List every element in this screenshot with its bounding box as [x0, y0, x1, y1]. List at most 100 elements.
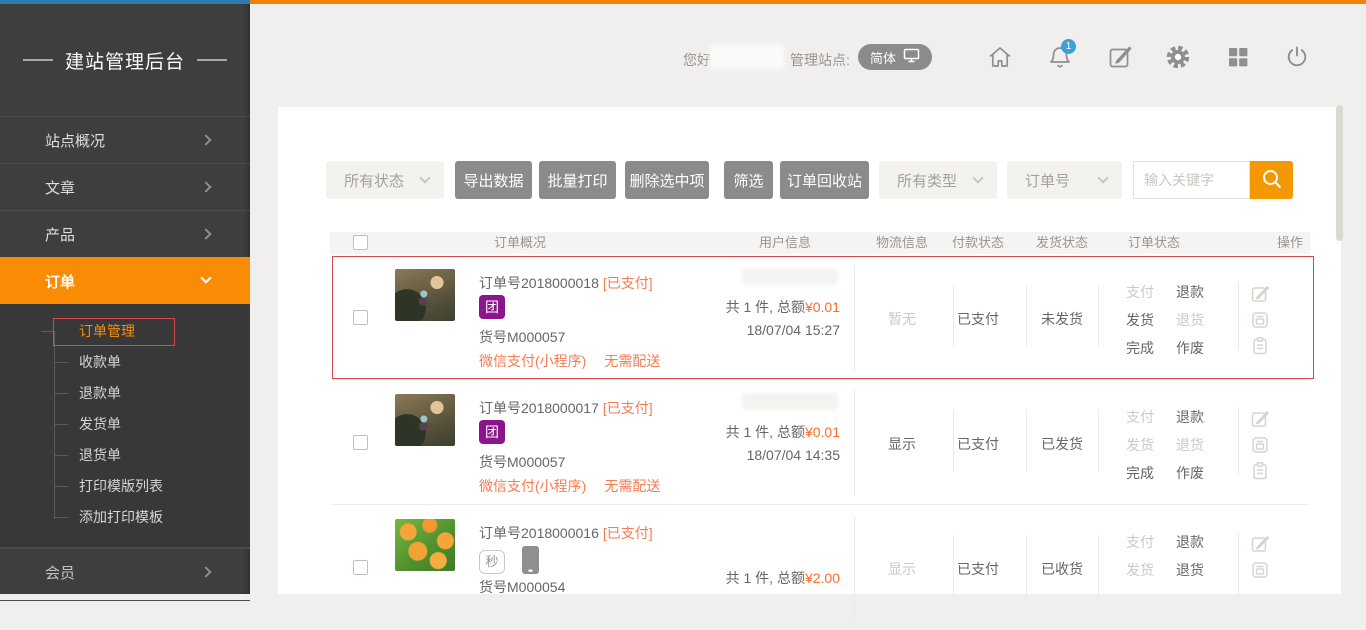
flash-sale-badge: 秒	[479, 550, 505, 574]
column-divider	[1238, 282, 1239, 350]
table-header: 订单概况 用户信息 物流信息 付款状态 发货状态 订单状态 操作	[330, 232, 1310, 254]
payment-status: 已支付	[938, 309, 1018, 329]
edit-icon[interactable]	[1250, 284, 1270, 304]
chevron-down-icon	[200, 272, 211, 283]
action-ship[interactable]: 发货	[1126, 431, 1176, 459]
action-pay[interactable]: 支付	[1126, 403, 1176, 431]
power-icon[interactable]	[1284, 44, 1310, 70]
action-return[interactable]: 退货	[1176, 556, 1220, 584]
status-filter-dropdown[interactable]: 所有状态	[326, 161, 444, 199]
paid-tag: [已支付]	[603, 400, 653, 416]
col-header-payment-status: 付款状态	[952, 232, 1004, 254]
print-icon[interactable]	[1250, 310, 1270, 330]
sidebar-item-site-overview[interactable]: 站点概况	[0, 116, 250, 163]
action-return[interactable]: 退货	[1176, 306, 1220, 334]
row-checkbox[interactable]	[353, 435, 368, 450]
submenu-item-label: 添加打印模板	[79, 509, 163, 525]
paid-tag: [已支付]	[603, 275, 653, 291]
compose-icon[interactable]	[1107, 44, 1133, 70]
print-icon[interactable]	[1250, 560, 1270, 580]
delete-selected-button[interactable]: 删除选中项	[625, 161, 709, 199]
item-number: 货号M000054	[479, 577, 565, 597]
shipping-status: 已收货	[1022, 559, 1102, 579]
submenu-item-refund-orders[interactable]: 退款单	[0, 378, 250, 409]
sidebar-item-label: 产品	[45, 224, 75, 245]
order-total: 共 1 件, 总额¥0.01	[726, 422, 840, 442]
gear-icon[interactable]	[1165, 44, 1191, 70]
scrollbar-thumb[interactable]	[1336, 105, 1343, 241]
submenu-item-return-orders[interactable]: 退货单	[0, 440, 250, 471]
total-prefix: 共 1 件, 总额	[726, 570, 805, 586]
action-pay[interactable]: 支付	[1126, 278, 1176, 306]
order-number: 订单号2018000018	[479, 275, 599, 291]
redacted-buyer-name	[742, 393, 838, 410]
column-divider	[854, 515, 855, 621]
select-all-checkbox[interactable]	[353, 235, 368, 250]
submenu-item-receipts[interactable]: 收款单	[0, 347, 250, 378]
edit-icon[interactable]	[1250, 534, 1270, 554]
clipboard-icon[interactable]	[1250, 461, 1270, 481]
action-void[interactable]: 作废	[1176, 459, 1220, 487]
logistics-info-toggle[interactable]: 显示	[862, 434, 942, 454]
action-ship[interactable]: 发货	[1126, 306, 1176, 334]
search-input[interactable]	[1133, 161, 1250, 199]
batch-print-button[interactable]: 批量打印	[539, 161, 616, 199]
sidebar-item-label: 文章	[45, 177, 75, 198]
clipboard-icon[interactable]	[1250, 336, 1270, 356]
action-refund[interactable]: 退款	[1176, 278, 1220, 306]
filter-button[interactable]: 筛选	[724, 161, 773, 199]
action-void[interactable]: 作废	[1176, 334, 1220, 362]
submenu-item-label: 发货单	[79, 416, 121, 432]
action-refund[interactable]: 退款	[1176, 403, 1220, 431]
submenu-item-order-management[interactable]: 订单管理	[0, 316, 250, 347]
row-checkbox[interactable]	[353, 310, 368, 325]
order-recycle-bin-button[interactable]: 订单回收站	[780, 161, 869, 199]
sidebar-item-products[interactable]: 产品	[0, 210, 250, 257]
action-return[interactable]: 退货	[1176, 431, 1220, 459]
sidebar-item-orders[interactable]: 订单	[0, 257, 250, 304]
type-filter-dropdown[interactable]: 所有类型	[879, 161, 997, 199]
search-field-dropdown[interactable]: 订单号	[1007, 161, 1122, 199]
col-header-operations: 操作	[1277, 232, 1303, 254]
order-state-actions: 支付 退款 发货 退货	[1126, 528, 1220, 584]
submenu-item-label: 收款单	[79, 354, 121, 370]
home-icon[interactable]	[987, 44, 1013, 70]
product-thumbnail	[395, 394, 455, 446]
sidebar-item-articles[interactable]: 文章	[0, 163, 250, 210]
submenu-item-add-print-template[interactable]: 添加打印模板	[0, 502, 250, 533]
column-divider	[854, 265, 855, 371]
redacted-username	[709, 44, 785, 70]
submenu-item-shipping-orders[interactable]: 发货单	[0, 409, 250, 440]
logistics-info-toggle[interactable]: 显示	[862, 559, 942, 579]
payment-status: 已支付	[938, 434, 1018, 454]
table-row: 订单号2018000016[已支付] 秒 货号M000054 共 1 件, 总额…	[330, 505, 1310, 630]
col-header-shipping-status: 发货状态	[1036, 232, 1088, 254]
edit-icon[interactable]	[1250, 409, 1270, 429]
order-number: 订单号2018000016	[479, 525, 599, 541]
total-prefix: 共 1 件, 总额	[726, 424, 805, 440]
action-complete[interactable]: 完成	[1126, 459, 1176, 487]
bell-icon[interactable]: 1	[1047, 44, 1073, 70]
action-pay[interactable]: 支付	[1126, 528, 1176, 556]
apps-grid-icon[interactable]	[1225, 44, 1251, 70]
chevron-right-icon	[200, 181, 211, 192]
status-filter-value: 所有状态	[344, 170, 404, 191]
sidebar-item-members[interactable]: 会员	[0, 548, 250, 595]
redacted-buyer-name	[742, 268, 838, 285]
action-complete[interactable]: 完成	[1126, 334, 1176, 362]
delivery-method: 无需配送	[604, 353, 660, 369]
submenu-item-label: 订单管理	[79, 323, 135, 339]
language-switcher-button[interactable]: 简体	[858, 44, 932, 70]
print-icon[interactable]	[1250, 435, 1270, 455]
language-label: 简体	[870, 48, 896, 67]
row-checkbox[interactable]	[353, 560, 368, 575]
search-button[interactable]	[1250, 161, 1293, 199]
item-number: 货号M000057	[479, 452, 565, 472]
submenu-item-print-template-list[interactable]: 打印模版列表	[0, 471, 250, 502]
action-ship[interactable]: 发货	[1126, 556, 1176, 584]
logistics-info: 暂无	[862, 309, 942, 329]
action-refund[interactable]: 退款	[1176, 528, 1220, 556]
export-data-button[interactable]: 导出数据	[455, 161, 532, 199]
user-info-cell: 共 1 件, 总额¥0.01 18/07/04 14:35	[690, 380, 840, 504]
mobile-phone-icon	[521, 545, 540, 578]
